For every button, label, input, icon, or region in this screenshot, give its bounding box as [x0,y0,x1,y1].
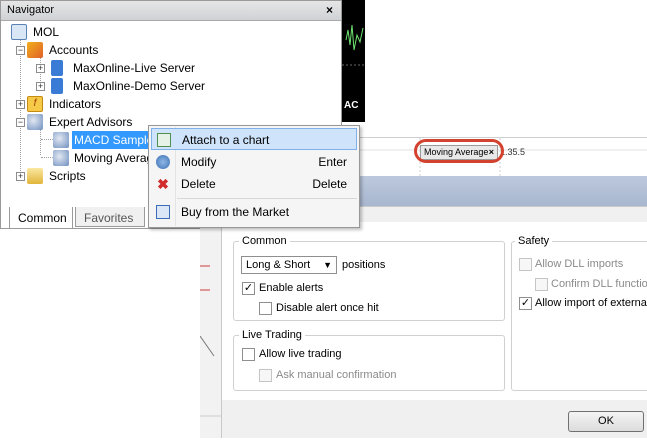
tree-line [40,129,41,155]
expand-icon[interactable]: + [36,82,45,91]
dialog-left-edge [199,206,222,438]
menu-item-attach-to-chart[interactable]: Attach to a chart [151,128,357,150]
scripts-icon [27,168,43,184]
confirm-dll-label: Confirm DLL function [551,278,647,290]
expand-icon[interactable]: + [16,172,25,181]
menu-item-label: Attach to a chart [182,133,270,147]
allow-dll-checkbox[interactable] [519,258,532,271]
delete-icon: ✖ [157,176,169,192]
menu-item-label: Buy from the Market [181,205,290,219]
tree-label: Moving Averag [74,151,154,165]
indicators-icon: f [27,96,43,112]
tree-label: MACD Sample [72,131,156,149]
tree-label: Scripts [49,169,86,183]
terminal-icon [11,24,27,40]
expand-icon[interactable]: + [36,64,45,73]
close-icon[interactable]: × [326,3,333,17]
allow-dll-label: Allow DLL imports [535,258,624,270]
gear-icon [156,155,170,169]
disable-alert-label: Disable alert once hit [276,302,379,314]
chart-grid [360,138,647,176]
allow-external-label: Allow import of external [535,297,647,309]
collapse-icon[interactable]: − [16,46,25,55]
positions-select[interactable]: Long & Short ▼ [241,256,337,274]
tree-label: MOL [33,25,60,39]
tree-label: MaxOnline-Live Server [73,61,196,75]
tab-favorites[interactable]: Favorites [75,207,145,227]
confirm-dll-checkbox[interactable] [535,278,548,291]
group-title-safety: Safety [515,235,553,247]
menu-item-label: Modify [181,155,217,169]
collapse-icon[interactable]: − [16,118,25,127]
positions-value: Long & Short [246,259,311,271]
disable-alert-checkbox[interactable] [259,302,272,315]
allow-external-checkbox[interactable]: ✓ [519,297,532,310]
expand-icon[interactable]: + [16,100,25,109]
context-menu: Attach to a chart Modify Enter ✖ Delete … [148,125,360,228]
menu-item-delete[interactable]: ✖ Delete Delete [151,173,357,195]
group-title-common: Common [239,235,290,247]
ask-manual-label: Ask manual confirmation [276,369,397,381]
expert-icon [53,150,69,166]
market-icon [156,205,170,219]
expert-advisors-icon [27,114,43,130]
menu-item-shortcut: Delete [312,177,347,191]
tree-label: Expert Advisors [49,115,133,129]
tab-common[interactable]: Common [9,207,73,229]
ok-button[interactable]: OK [568,411,644,432]
chevron-down-icon: ▼ [323,260,332,270]
menu-item-buy-from-market[interactable]: Buy from the Market [151,201,357,223]
allow-live-trading-label: Allow live trading [259,348,342,360]
positions-label: positions [342,259,386,271]
server-icon [51,78,63,94]
enable-alerts-label: Enable alerts [259,282,324,294]
chart-background [365,0,647,137]
group-title-live-trading: Live Trading [239,329,305,341]
allow-live-trading-checkbox[interactable] [242,348,255,361]
accounts-icon [27,42,43,58]
attach-chart-icon [157,133,171,147]
tree-label: MaxOnline-Demo Server [73,79,206,93]
navigator-title: Navigator [7,4,55,16]
server-icon [51,60,63,76]
ask-manual-checkbox[interactable] [259,369,272,382]
dialog-title-bar [360,176,647,206]
indicator-label: AC [344,100,359,111]
navigator-title-bar: Navigator × [1,1,341,21]
tree-label: Accounts [49,43,99,57]
tree-line [41,139,53,140]
menu-separator [177,198,357,199]
enable-alerts-checkbox[interactable]: ✓ [242,282,255,295]
tree-label: Indicators [49,97,102,111]
menu-item-label: Delete [181,177,216,191]
group-live-trading [233,335,505,391]
menu-item-shortcut: Enter [318,155,347,169]
menu-item-modify[interactable]: Modify Enter [151,151,357,173]
expert-icon [53,132,69,148]
annotation-ring [414,139,504,163]
tree-line [41,157,53,158]
background-chart-lines [199,265,222,417]
